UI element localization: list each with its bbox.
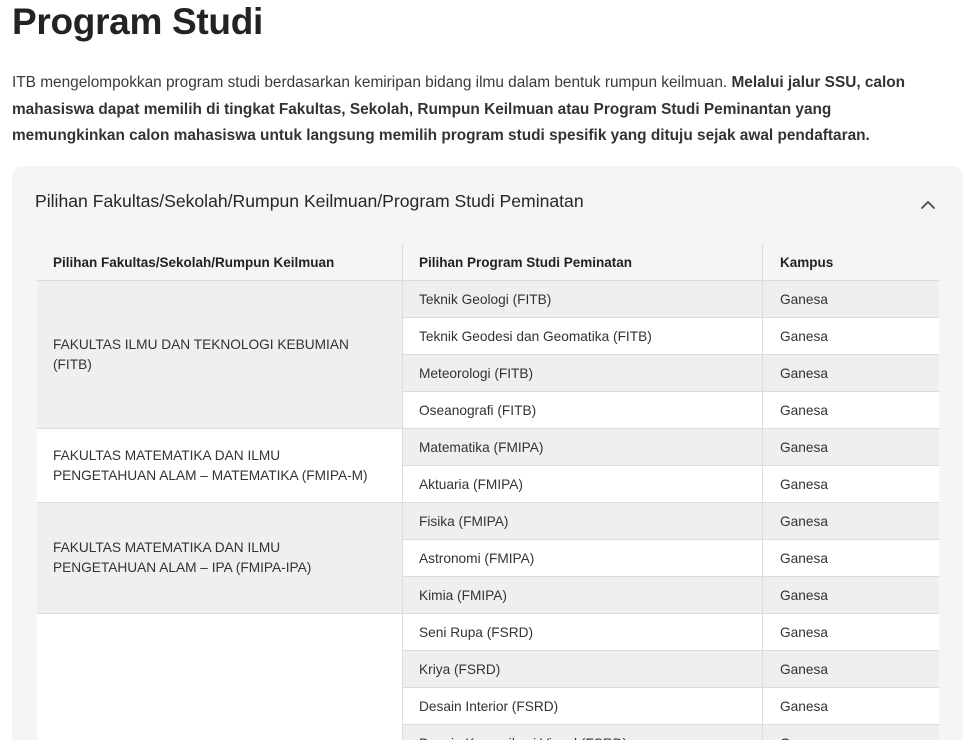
table-cell-campus: Ganesa: [762, 281, 939, 318]
table-cell-program: Matematika (FMIPA): [402, 429, 762, 466]
table-cell-campus: Ganesa: [762, 614, 939, 651]
page-title: Program Studi: [12, 1, 264, 42]
table-cell-program: Seni Rupa (FSRD): [402, 614, 762, 651]
intro-text: ITB mengelompokkan program studi berdasa…: [12, 74, 732, 91]
table-cell-faculty: FAKULTAS ILMU DAN TEKNOLOGI KEBUMIAN (FI…: [37, 281, 402, 429]
table-cell-program: Oseanografi (FITB): [402, 392, 762, 429]
table-cell-program: Astronomi (FMIPA): [402, 540, 762, 577]
table-cell-program: Teknik Geodesi dan Geomatika (FITB): [402, 318, 762, 355]
table-cell-campus: Ganesa: [762, 651, 939, 688]
table-cell-campus: Ganesa: [762, 725, 939, 740]
intro-paragraph: ITB mengelompokkan program studi berdasa…: [12, 70, 947, 150]
table-cell-program: Desain Interior (FSRD): [402, 688, 762, 725]
table-cell-program: Desain Komunikasi Visual (FSRD): [402, 725, 762, 740]
table-cell-campus: Ganesa: [762, 503, 939, 540]
chevron-up-icon[interactable]: [917, 194, 939, 216]
page: Program Studi ITB mengelompokkan program…: [0, 0, 963, 740]
table-cell-campus: Ganesa: [762, 466, 939, 503]
table-cell-program: Meteorologi (FITB): [402, 355, 762, 392]
table-cell-campus: Ganesa: [762, 688, 939, 725]
table-header-campus: Kampus: [762, 244, 939, 281]
table-cell-program: Teknik Geologi (FITB): [402, 281, 762, 318]
table-cell-campus: Ganesa: [762, 318, 939, 355]
table-cell-campus: Ganesa: [762, 355, 939, 392]
table-header-program: Pilihan Program Studi Peminatan: [402, 244, 762, 281]
table-cell-campus: Ganesa: [762, 392, 939, 429]
table-cell-campus: Ganesa: [762, 577, 939, 614]
table-cell-program: Kriya (FSRD): [402, 651, 762, 688]
table-cell-faculty: FAKULTAS MATEMATIKA DAN ILMU PENGETAHUAN…: [37, 429, 402, 503]
table-cell-program: Kimia (FMIPA): [402, 577, 762, 614]
table-cell-campus: Ganesa: [762, 429, 939, 466]
table-cell-program: Aktuaria (FMIPA): [402, 466, 762, 503]
table-cell-program: Fisika (FMIPA): [402, 503, 762, 540]
table-header-faculty: Pilihan Fakultas/Sekolah/Rumpun Keilmuan: [37, 244, 402, 281]
table-cell-faculty: FAKULTAS MATEMATIKA DAN ILMU PENGETAHUAN…: [37, 503, 402, 614]
table-cell-campus: Ganesa: [762, 540, 939, 577]
accordion-title[interactable]: Pilihan Fakultas/Sekolah/Rumpun Keilmuan…: [35, 191, 584, 212]
table-cell-faculty: [37, 614, 402, 740]
